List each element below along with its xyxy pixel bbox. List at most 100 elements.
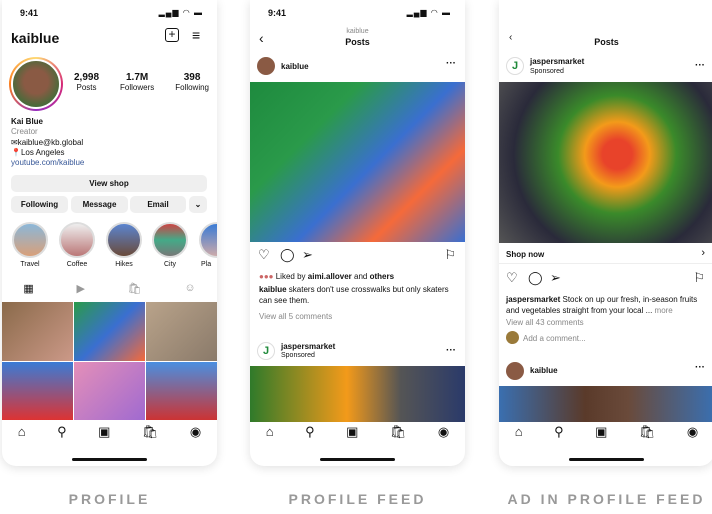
share-icon[interactable]: ➢ (550, 270, 561, 286)
message-button[interactable]: Message (71, 196, 128, 213)
search-icon[interactable]: ⚲ (57, 424, 67, 444)
liker-link[interactable]: aimi.allover (308, 272, 352, 281)
header-username: kaiblue (346, 28, 369, 35)
home-icon[interactable]: ⌂ (515, 424, 523, 444)
grid-photo[interactable] (2, 361, 73, 420)
ad-username[interactable]: jaspersmarket (530, 57, 584, 66)
grid-photo[interactable] (74, 361, 145, 420)
highlight-places[interactable] (199, 222, 217, 258)
profile-icon[interactable]: ◉ (687, 424, 698, 444)
post-username[interactable]: kaiblue (281, 62, 309, 71)
grid-icon[interactable]: ▦ (23, 282, 33, 295)
save-icon[interactable]: ⚐ (444, 247, 456, 263)
profile-icon[interactable]: ◉ (438, 424, 449, 444)
grid-photo[interactable] (146, 302, 217, 361)
highlight-travel[interactable] (12, 222, 48, 258)
highlight-label: City (163, 261, 177, 268)
bio-location: Los Angeles (20, 147, 65, 157)
home-icon[interactable]: ⌂ (18, 424, 26, 444)
share-icon[interactable]: ➢ (302, 247, 313, 263)
ad-image[interactable] (250, 366, 465, 422)
search-icon[interactable]: ⚲ (554, 424, 564, 444)
highlight-city[interactable] (152, 222, 188, 258)
shop-now-label: Shop now (506, 250, 545, 259)
highlight-label: Hikes (115, 261, 133, 268)
pin-icon: 📍 (11, 147, 21, 157)
likes-line: ●●● Liked by aimi.allover and others (259, 272, 395, 281)
view-comments-link[interactable]: View all 43 comments (506, 318, 584, 327)
comment-icon[interactable]: ◯ (528, 270, 543, 286)
caption-profile: PROFILE (68, 491, 151, 507)
post-avatar[interactable] (506, 362, 524, 380)
more-icon[interactable]: ··· (446, 345, 456, 356)
profile-phone: 9:41 ▂▄▆ ◠ ▬ kaiblue + ≡ 2,998 Posts 1.7M… (2, 0, 217, 466)
new-post-icon[interactable]: + (165, 28, 179, 42)
ad-image[interactable] (499, 82, 712, 243)
ad-username[interactable]: jaspersmarket (281, 342, 335, 351)
bottom-nav: ⌂ ⚲ ▣ 🛍 ◉ (2, 424, 217, 444)
shop-now-bar[interactable]: Shop now › (499, 244, 712, 264)
home-indicator (320, 458, 395, 461)
view-shop-button[interactable]: View shop (11, 175, 207, 192)
mail-icon: ✉ (11, 137, 18, 147)
highlight-hikes[interactable] (106, 222, 142, 258)
home-indicator (72, 458, 147, 461)
shop-icon[interactable]: 🛍 (390, 424, 407, 444)
highlight-label: Coffee (66, 261, 88, 268)
grid-photo[interactable] (2, 302, 73, 361)
profile-icon[interactable]: ◉ (190, 424, 201, 444)
jaspers-logo[interactable]: J (506, 57, 524, 75)
post-caption: kaiblue skaters don't use crosswalks but… (259, 285, 449, 305)
reels-icon[interactable]: ▶ (76, 282, 84, 295)
email-button[interactable]: Email (130, 196, 186, 213)
post-username[interactable]: kaiblue (530, 366, 558, 375)
menu-icon[interactable]: ≡ (192, 27, 200, 43)
following-button[interactable]: Following (11, 196, 68, 213)
reels-icon[interactable]: ▣ (98, 424, 110, 444)
stat-posts[interactable]: 2,998 Posts (74, 72, 99, 92)
reels-icon[interactable]: ▣ (595, 424, 607, 444)
view-comments-link[interactable]: View all 5 comments (259, 312, 332, 321)
shop-icon[interactable]: 🛍 (142, 424, 159, 444)
chevron-right-icon: › (701, 247, 705, 259)
grid-photo[interactable] (74, 302, 145, 361)
grid-photo[interactable] (146, 361, 217, 420)
search-icon[interactable]: ⚲ (305, 424, 315, 444)
more-icon[interactable]: ··· (695, 60, 705, 71)
highlight-label: Pla (201, 261, 212, 268)
stat-followers[interactable]: 1.7M Followers (120, 72, 154, 92)
status-time: 9:41 (20, 8, 39, 18)
highlight-label: Travel (20, 261, 40, 268)
add-comment-input[interactable]: Add a comment... (523, 334, 586, 343)
profile-avatar[interactable] (9, 57, 63, 111)
status-icons: ▂▄▆ ◠ ▬ (158, 8, 203, 17)
bio-link[interactable]: youtube.com/kaiblue (11, 158, 84, 168)
tagged-icon[interactable]: ☺ (184, 282, 195, 295)
others-link[interactable]: others (370, 272, 394, 281)
comment-icon[interactable]: ◯ (280, 247, 295, 263)
profile-username: kaiblue (11, 30, 60, 46)
profile-feed-phone: 9:41 ▂▄▆ ◠ ▬ ‹ kaiblue Posts kaiblue ···… (250, 0, 465, 466)
stat-following[interactable]: 398 Following (175, 72, 209, 92)
home-icon[interactable]: ⌂ (266, 424, 274, 444)
more-icon[interactable]: ··· (446, 58, 456, 69)
bio-email[interactable]: kaiblue@kb.global (18, 138, 84, 147)
chevron-down-icon[interactable]: ⌄ (189, 196, 207, 213)
commenter-avatar (506, 331, 519, 344)
photo-grid (2, 302, 217, 420)
post-image[interactable] (499, 386, 712, 422)
post-image[interactable] (250, 82, 465, 242)
more-icon[interactable]: ··· (695, 362, 705, 373)
bottom-nav: ⌂ ⚲ ▣ 🛍 ◉ (499, 424, 712, 444)
ad-feed-phone: ‹ Posts J jaspersmarket Sponsored ··· Sh… (499, 0, 712, 466)
jaspers-logo[interactable]: J (257, 342, 275, 360)
save-icon[interactable]: ⚐ (693, 270, 705, 286)
shop-icon[interactable]: 🛍 (639, 424, 656, 444)
shop-icon[interactable]: 🛍 (128, 282, 142, 295)
post-avatar[interactable] (257, 57, 275, 75)
like-icon[interactable]: ♡ (506, 270, 518, 286)
highlight-coffee[interactable] (59, 222, 95, 258)
more-link[interactable]: more (655, 306, 673, 315)
reels-icon[interactable]: ▣ (346, 424, 358, 444)
like-icon[interactable]: ♡ (258, 247, 270, 263)
